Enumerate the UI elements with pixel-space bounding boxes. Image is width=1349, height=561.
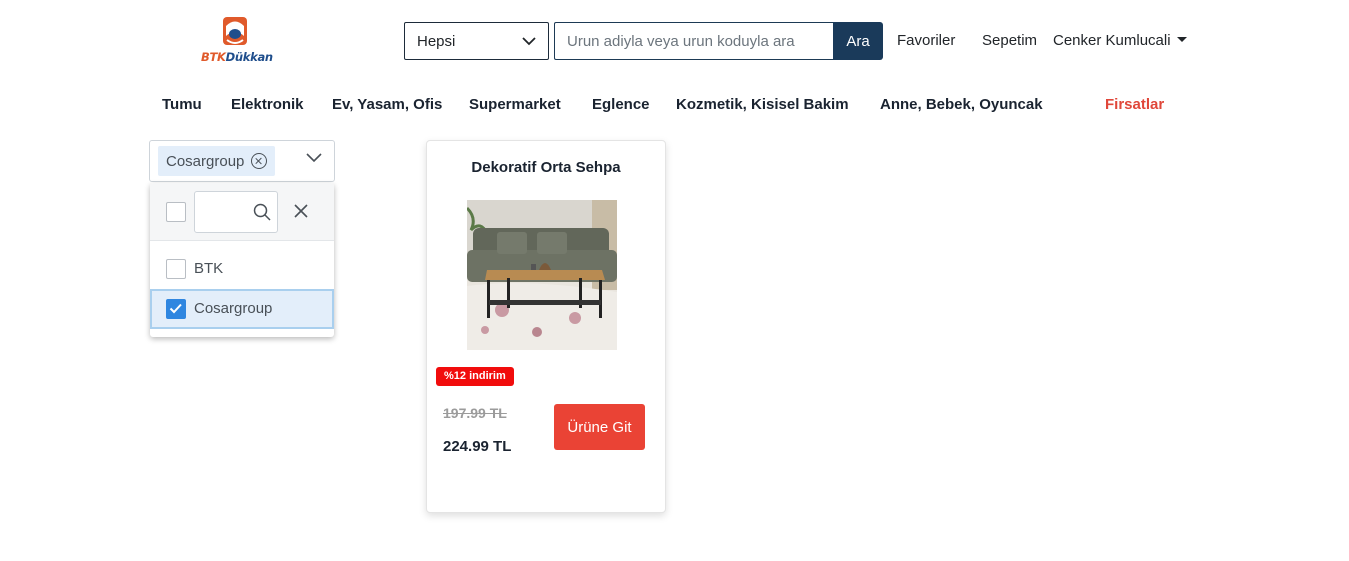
- go-to-product-button[interactable]: Ürüne Git: [554, 404, 645, 450]
- search-icon: [253, 203, 271, 221]
- search-input[interactable]: [554, 22, 834, 60]
- option-label: Cosargroup: [194, 300, 273, 317]
- user-name: Cenker Kumlucali: [1053, 32, 1171, 49]
- dropdown-option-btk[interactable]: BTK: [150, 249, 334, 289]
- dropdown-option-cosargroup[interactable]: Cosargroup: [150, 289, 334, 329]
- category-eglence[interactable]: Eglence: [592, 96, 650, 113]
- deals-link[interactable]: Firsatlar: [1105, 96, 1164, 113]
- favorites-link[interactable]: Favoriler: [897, 32, 955, 49]
- dropdown-filter-input[interactable]: [194, 191, 278, 233]
- product-title[interactable]: Dekoratif Orta Sehpa: [427, 159, 665, 176]
- category-select[interactable]: Hepsi: [404, 22, 549, 60]
- brand-dropdown-panel: BTK Cosargroup: [150, 183, 334, 337]
- chevron-down-icon[interactable]: [306, 153, 322, 163]
- category-ev-yasam-ofis[interactable]: Ev, Yasam, Ofis: [332, 96, 442, 113]
- option-label: BTK: [194, 260, 224, 277]
- chip-label: Cosargroup: [166, 152, 245, 170]
- close-icon[interactable]: [293, 203, 309, 219]
- category-tumu[interactable]: Tumu: [162, 96, 202, 113]
- category-nav: Tumu Elektronik Ev, Yasam, Ofis Supermar…: [0, 96, 1349, 116]
- category-select-value: Hepsi: [417, 32, 456, 50]
- remove-chip-icon[interactable]: [251, 153, 268, 169]
- dropdown-header: [150, 183, 334, 241]
- option-checkbox[interactable]: [166, 299, 186, 319]
- logo-emblem-icon: [223, 17, 247, 45]
- category-supermarket[interactable]: Supermarket: [469, 96, 561, 113]
- site-logo[interactable]: BTKDükkan: [198, 14, 276, 68]
- checkmark-icon: [169, 303, 182, 314]
- category-anne-bebek[interactable]: Anne, Bebek, Oyuncak: [880, 96, 1043, 113]
- old-price: 197.99 TL: [443, 405, 507, 421]
- caret-down-icon: [1176, 36, 1187, 42]
- cart-link[interactable]: Sepetim: [982, 32, 1037, 49]
- category-kozmetik[interactable]: Kozmetik, Kisisel Bakim: [676, 96, 849, 113]
- product-card: Dekoratif Orta Sehpa %12 indirim 197.99 …: [426, 140, 666, 513]
- selected-brand-chip: Cosargroup: [158, 146, 276, 176]
- chevron-down-icon: [522, 36, 536, 45]
- category-elektronik[interactable]: Elektronik: [231, 96, 304, 113]
- brand-filter-select[interactable]: Cosargroup: [149, 140, 335, 182]
- discount-badge: %12 indirim: [436, 367, 514, 386]
- user-menu[interactable]: Cenker Kumlucali: [1053, 32, 1187, 49]
- option-checkbox[interactable]: [166, 259, 186, 279]
- select-all-checkbox[interactable]: [166, 202, 186, 222]
- new-price: 224.99 TL: [443, 438, 512, 455]
- product-image[interactable]: [467, 200, 617, 350]
- logo-wordmark: BTKDükkan: [201, 50, 273, 64]
- search-button[interactable]: Ara: [833, 22, 883, 60]
